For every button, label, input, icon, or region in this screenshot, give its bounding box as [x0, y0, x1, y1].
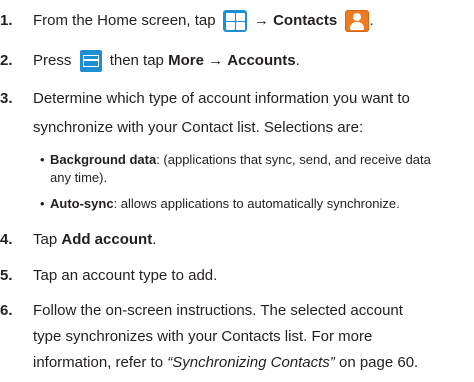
step-text: synchronize with your Contact list. Sele… [33, 119, 364, 136]
menu-key-icon [79, 50, 102, 73]
step-number: 3. [0, 90, 13, 107]
accounts-label: Accounts [227, 52, 296, 69]
step-text: type synchronizes with your Contacts lis… [33, 328, 373, 345]
step-text: Tap an account type to add. [33, 267, 218, 284]
step-number: 2. [0, 52, 13, 69]
arrow: → [208, 52, 224, 69]
step-number: 5. [0, 267, 13, 284]
apps-grid-icon [222, 10, 247, 33]
step-text: Determine which type of account informat… [33, 90, 410, 107]
step-text: Press [33, 52, 72, 69]
step-text: From the Home screen, tap [33, 12, 216, 29]
add-account-label: Add account [61, 231, 153, 248]
arrow: → [253, 12, 269, 29]
step-text: Follow the on-screen instructions. The s… [33, 302, 403, 319]
cross-reference: “Synchronizing Contacts” [167, 354, 335, 371]
step-number: 1. [0, 12, 13, 29]
contacts-icon [345, 10, 370, 33]
step-number: 6. [0, 302, 13, 319]
more-label: More [168, 52, 204, 69]
step-text: then tap [109, 52, 164, 69]
contacts-label: Contacts [273, 12, 338, 29]
step-number: 4. [0, 231, 13, 248]
